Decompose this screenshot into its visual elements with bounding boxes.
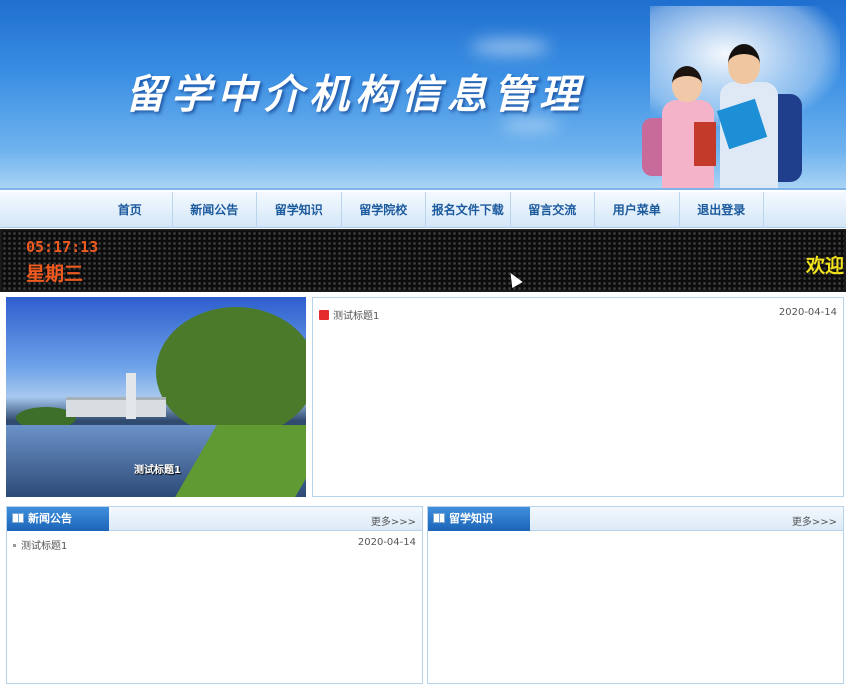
welcome-marquee: 欢迎: [806, 255, 845, 277]
nav-schools[interactable]: 留学院校: [342, 192, 426, 228]
panel-tab-news: 新闻公告: [7, 507, 109, 531]
nav-news[interactable]: 新闻公告: [173, 192, 257, 228]
nav-knowledge[interactable]: 留学知识: [257, 192, 342, 228]
cloud-decoration: [470, 40, 550, 54]
site-title: 留学中介机构信息管理: [125, 71, 585, 118]
slide-caption[interactable]: 测试标题1: [134, 461, 181, 476]
panel-title: 新闻公告: [28, 512, 72, 525]
panel-header: 留学知识 更多>>>: [428, 507, 843, 531]
news-title[interactable]: 测试标题1: [333, 311, 379, 322]
news-title[interactable]: 测试标题1: [21, 541, 67, 552]
panel-tab-knowledge: 留学知识: [428, 507, 530, 531]
news-panel: 新闻公告 更多>>> 测试标题1 2020-04-14: [6, 506, 423, 684]
nav-user-menu[interactable]: 用户菜单: [595, 192, 680, 228]
bullet-icon: [13, 544, 16, 547]
news-flag-icon: [319, 310, 329, 320]
tree-scenery: [156, 307, 306, 437]
main-nav: 首页 新闻公告 留学知识 留学院校 报名文件下载 留言交流 用户菜单 退出登录: [0, 192, 846, 228]
more-link[interactable]: 更多>>>: [371, 513, 416, 528]
tower-scenery: [126, 373, 136, 419]
knowledge-panel: 留学知识 更多>>>: [427, 506, 844, 684]
panel-title: 留学知识: [449, 512, 493, 525]
news-date: 2020-04-14: [357, 537, 416, 548]
featured-news-box: 测试标题1 2020-04-14: [312, 297, 844, 497]
more-link[interactable]: 更多>>>: [792, 513, 837, 528]
clock-weekday: 星期三: [26, 263, 84, 285]
student-illustration: [728, 44, 760, 84]
photo-slideshow[interactable]: 测试标题1: [6, 297, 306, 497]
panel-header: 新闻公告 更多>>>: [7, 507, 422, 531]
student-illustration: [672, 66, 702, 102]
nav-messages[interactable]: 留言交流: [511, 192, 595, 228]
led-ticker: 05:17:13 星期三 欢迎: [0, 229, 846, 292]
student-illustration: [694, 122, 716, 166]
clock-time: 05:17:13: [26, 238, 99, 256]
nav-downloads[interactable]: 报名文件下载: [426, 192, 511, 228]
nav-logout[interactable]: 退出登录: [680, 192, 764, 228]
book-icon: [12, 513, 24, 523]
header-banner: 留学中介机构信息管理: [0, 0, 846, 190]
list-item[interactable]: 测试标题1 2020-04-14: [319, 307, 837, 322]
cloud-decoration: [500, 120, 560, 130]
book-icon: [433, 513, 445, 523]
nav-home[interactable]: 首页: [88, 192, 173, 228]
news-date: 2020-04-14: [778, 307, 837, 318]
building-scenery: [66, 397, 166, 417]
list-item[interactable]: 测试标题1 2020-04-14: [13, 537, 416, 552]
